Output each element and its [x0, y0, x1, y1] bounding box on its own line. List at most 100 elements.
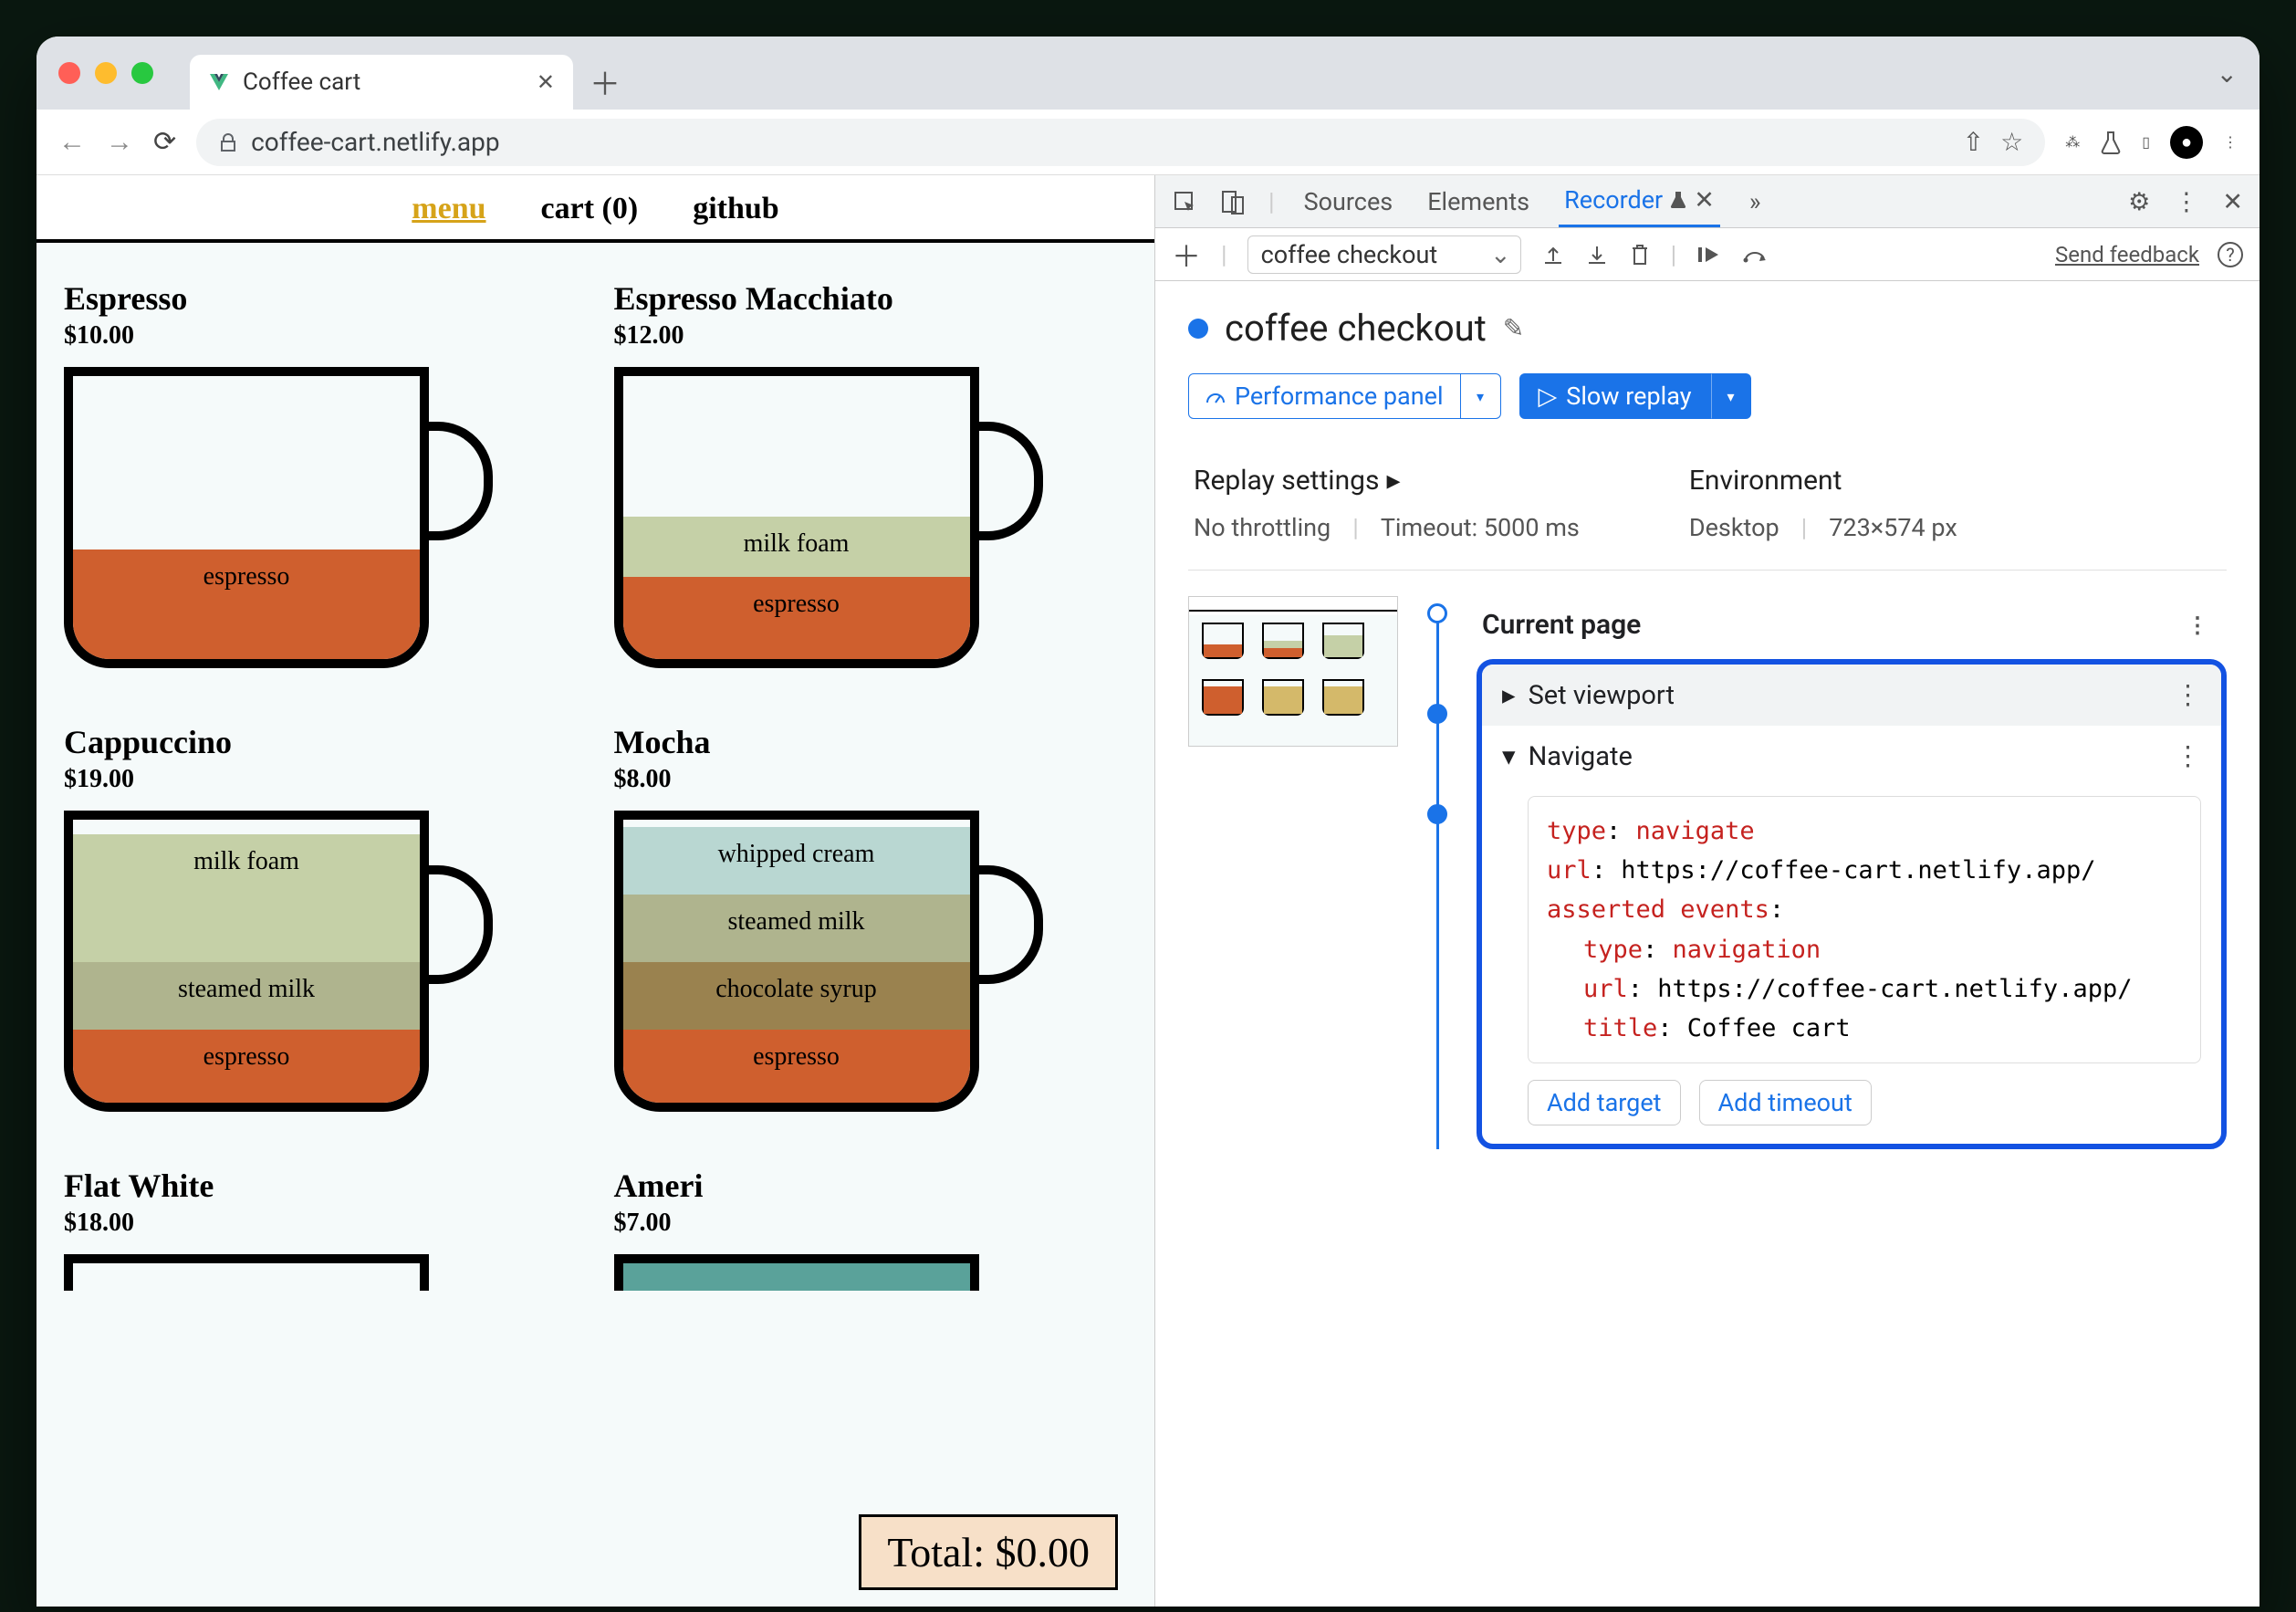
extensions-icon[interactable]: ⁂ [2065, 133, 2080, 151]
layer-chocolate-syrup: chocolate syrup [623, 962, 970, 1030]
step-navigate[interactable]: ▾ Navigate ⋮ [1482, 726, 2221, 787]
help-icon[interactable]: ? [2218, 242, 2243, 267]
cup-graphic: milk foam steamed milk espresso [64, 811, 493, 1121]
nav-menu[interactable]: menu [412, 192, 485, 226]
url-bar: ← → ⟳ coffee-cart.netlify.app ⇧ ☆ ⁂ ▯ ● … [37, 110, 2259, 175]
step-icon[interactable] [1742, 244, 1769, 266]
gauge-icon [1205, 386, 1226, 406]
product-flat-white[interactable]: Flat White $18.00 [64, 1167, 578, 1291]
slow-replay-button[interactable]: ▷Slow replay ▾ [1519, 373, 1751, 419]
chrome-tab-strip: Coffee cart ✕ ＋ ⌄ [37, 37, 2259, 110]
timeline-node[interactable] [1427, 804, 1447, 824]
nav-cart[interactable]: cart (0) [541, 192, 639, 226]
layer-whipped-cream: whipped cream [623, 827, 970, 895]
replay-settings-heading[interactable]: Replay settings ▸ [1194, 465, 1580, 497]
close-tab-icon[interactable]: ✕ [537, 69, 555, 95]
import-icon[interactable] [1585, 243, 1609, 267]
layer-espresso: espresso [73, 550, 420, 659]
close-window-button[interactable] [58, 62, 80, 84]
step-menu-icon[interactable]: ⋮ [2175, 679, 2201, 711]
product-price: $19.00 [64, 765, 578, 794]
browser-tab[interactable]: Coffee cart ✕ [190, 55, 573, 110]
products-area: Espresso $10.00 espresso Espresso Macchi… [37, 243, 1154, 1607]
tab-elements[interactable]: Elements [1422, 187, 1535, 216]
back-icon[interactable]: ← [58, 126, 86, 158]
nav-github[interactable]: github [693, 192, 779, 226]
profile-avatar[interactable]: ● [2170, 126, 2203, 159]
edit-title-icon[interactable]: ✎ [1503, 313, 1524, 343]
minimize-window-button[interactable] [95, 62, 117, 84]
cup-graphic: espresso [64, 367, 493, 677]
continue-icon[interactable] [1696, 244, 1722, 266]
product-name: Espresso Macchiato [614, 279, 1128, 318]
step-current-page[interactable]: Current page ⋮ [1477, 596, 2227, 654]
step-screenshot-thumbnail[interactable] [1188, 596, 1398, 747]
address-bar[interactable]: coffee-cart.netlify.app ⇧ ☆ [196, 119, 2045, 166]
performance-panel-button[interactable]: Performance panel ▾ [1188, 373, 1501, 419]
devtools-tab-bar: | Sources Elements Recorder ✕ » ⚙ ⋮ ✕ [1155, 175, 2259, 228]
product-espresso[interactable]: Espresso $10.00 espresso [64, 279, 578, 677]
product-price: $7.00 [614, 1209, 1128, 1238]
recorder-actions: Performance panel ▾ ▷Slow replay ▾ [1188, 373, 2227, 419]
env-viewport: 723×574 px [1829, 513, 1957, 542]
steps-column: Current page ⋮ ▸ Set viewport ⋮ ▾ N [1477, 596, 2227, 1149]
recording-select[interactable]: coffee checkout [1247, 236, 1521, 274]
tab-sources[interactable]: Sources [1299, 187, 1399, 216]
perf-panel-caret[interactable]: ▾ [1461, 373, 1501, 419]
forward-icon[interactable]: → [106, 126, 133, 158]
close-panel-tab-icon[interactable]: ✕ [1694, 185, 1715, 215]
step-set-viewport[interactable]: ▸ Set viewport ⋮ [1482, 665, 2221, 726]
zoom-window-button[interactable] [131, 62, 153, 84]
new-recording-button[interactable]: ＋ [1172, 234, 1201, 276]
product-name: Mocha [614, 723, 1128, 761]
layer-espresso: espresso [73, 1030, 420, 1103]
steps-timeline: Current page ⋮ ▸ Set viewport ⋮ ▾ N [1188, 596, 2227, 1149]
layer-milk-foam: milk foam [623, 517, 970, 577]
tab-title: Coffee cart [243, 68, 360, 96]
timeline-node[interactable] [1427, 603, 1447, 623]
labs-flask-icon[interactable] [2100, 130, 2122, 155]
replay-caret[interactable]: ▾ [1711, 373, 1751, 419]
cart-total[interactable]: Total: $0.00 [859, 1514, 1118, 1590]
product-cappuccino[interactable]: Cappuccino $19.00 milk foam steamed milk… [64, 723, 578, 1121]
side-panel-icon[interactable]: ▯ [2142, 133, 2150, 151]
timeline-node[interactable] [1427, 704, 1447, 724]
product-name: Espresso [64, 279, 578, 318]
add-timeout-button[interactable]: Add timeout [1699, 1080, 1872, 1125]
product-mocha[interactable]: Mocha $8.00 whipped cream steamed milk c… [614, 723, 1128, 1121]
product-americano[interactable]: Ameri $7.00 [614, 1167, 1128, 1291]
url-text: coffee-cart.netlify.app [251, 127, 499, 157]
coffee-cart-page: menu cart (0) github Espresso $10.00 esp… [37, 175, 1155, 1607]
product-price: $12.00 [614, 321, 1128, 351]
send-feedback-link[interactable]: Send feedback [2055, 242, 2199, 267]
more-tabs-icon[interactable]: » [1744, 187, 1767, 216]
delete-icon[interactable] [1629, 243, 1651, 267]
new-tab-button[interactable]: ＋ [590, 59, 621, 104]
step-menu-icon[interactable]: ⋮ [2175, 740, 2201, 772]
reload-icon[interactable]: ⟳ [153, 126, 176, 158]
step-detail-actions: Add target Add timeout [1482, 1080, 2221, 1144]
cup-graphic [614, 1254, 1043, 1291]
export-icon[interactable] [1541, 243, 1565, 267]
recording-title: coffee checkout [1225, 307, 1487, 350]
chevron-right-icon: ▸ [1386, 465, 1400, 497]
step-details: type: navigate url: https://coffee-cart.… [1528, 796, 2201, 1063]
env-device: Desktop [1689, 513, 1779, 542]
bookmark-icon[interactable]: ☆ [2000, 127, 2023, 157]
step-menu-icon[interactable]: ⋮ [2186, 612, 2208, 638]
device-toolbar-icon[interactable] [1221, 188, 1245, 215]
add-target-button[interactable]: Add target [1528, 1080, 1681, 1125]
tab-recorder[interactable]: Recorder ✕ [1559, 175, 1720, 227]
share-icon[interactable]: ⇧ [1963, 127, 1984, 157]
product-name: Flat White [64, 1167, 578, 1205]
browser-window: Coffee cart ✕ ＋ ⌄ ← → ⟳ coffee-cart.netl… [37, 37, 2259, 1607]
chrome-menu-icon[interactable]: ⋮ [2223, 133, 2238, 151]
devtools-settings-icon[interactable]: ⚙ [2128, 187, 2150, 216]
inspect-element-icon[interactable] [1172, 189, 1197, 215]
tab-overflow-icon[interactable]: ⌄ [2217, 58, 2238, 89]
devtools-close-icon[interactable]: ✕ [2222, 187, 2243, 216]
product-espresso-macchiato[interactable]: Espresso Macchiato $12.00 milk foam espr… [614, 279, 1128, 677]
lock-icon [218, 132, 238, 152]
devtools-menu-icon[interactable]: ⋮ [2174, 187, 2198, 216]
traffic-lights [58, 62, 153, 84]
